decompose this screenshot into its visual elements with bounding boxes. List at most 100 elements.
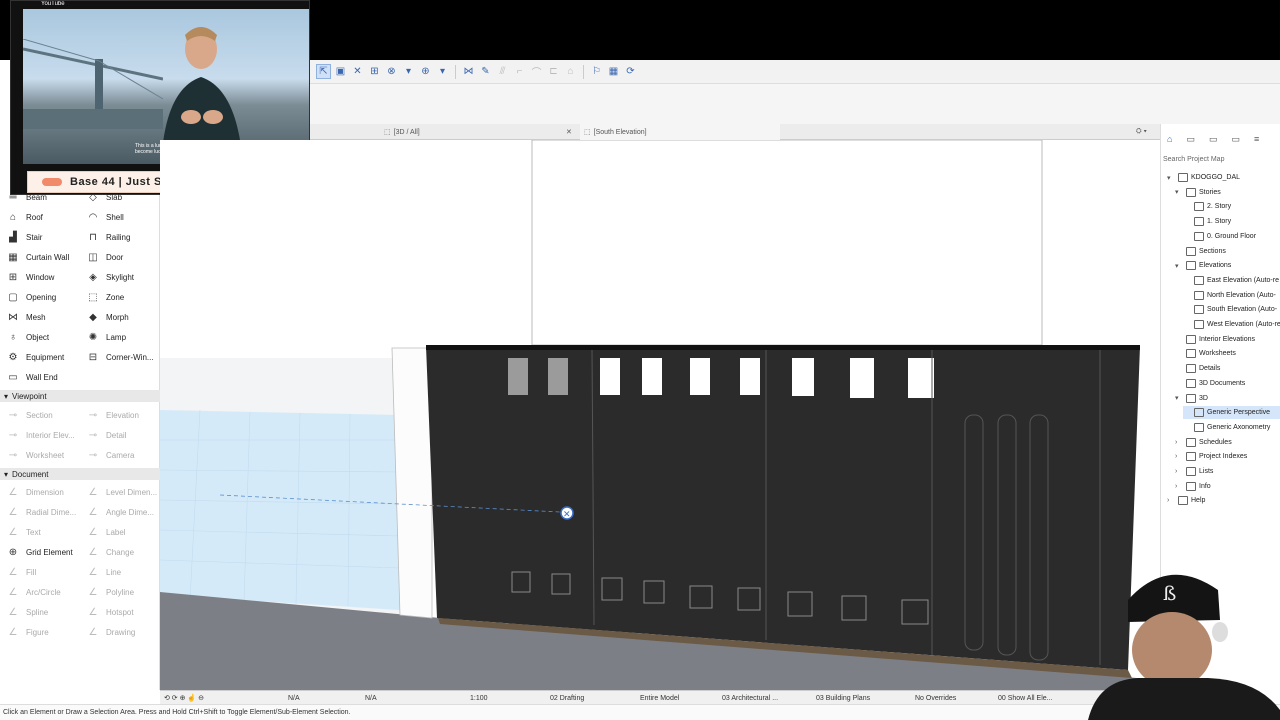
document-section-header[interactable]: ▾ Document xyxy=(0,468,160,480)
tool-viewpoint-item[interactable]: ⊸ Worksheet xyxy=(6,448,64,462)
tree-toggle-icon[interactable]: ▾ xyxy=(1175,188,1183,196)
project-map-item[interactable]: 2. Story xyxy=(1183,200,1231,213)
project-map-item[interactable]: ▾ 3D xyxy=(1175,392,1208,405)
tool-document-item[interactable]: ∠ Spline xyxy=(6,605,49,619)
overrides-selector[interactable]: No Overrides xyxy=(915,691,956,705)
tab-3d-all[interactable]: ⬚ [3D / All] ✕ xyxy=(380,124,580,140)
tool-roof[interactable]: ⌂ Roof xyxy=(6,210,43,224)
project-map-item[interactable]: › Project Indexes xyxy=(1175,450,1247,463)
magic-wand-icon[interactable]: ✎ xyxy=(478,64,493,79)
project-map-item[interactable]: › Schedules xyxy=(1175,436,1232,449)
tool-beam[interactable]: ═ Beam xyxy=(6,190,46,204)
project-map-item[interactable]: Details xyxy=(1175,362,1220,375)
adjust-icon[interactable]: ⌐ xyxy=(512,64,527,79)
tool-document-item[interactable]: ∠ Figure xyxy=(6,625,49,639)
nav-controls[interactable]: ⟲ ⟳ ⊕ ☝ ⊖ xyxy=(164,691,204,705)
fillet-icon[interactable]: ⌒ xyxy=(529,64,544,79)
tree-toggle-icon[interactable]: › xyxy=(1175,439,1183,446)
tool-viewpoint-item[interactable]: ⊸ Interior Elev... xyxy=(6,428,75,442)
tool-corner-window[interactable]: ⊟ Corner-Win... xyxy=(86,350,154,364)
project-map-item[interactable]: › Info xyxy=(1175,480,1211,493)
tree-toggle-icon[interactable]: › xyxy=(1175,468,1183,475)
project-map-item[interactable]: Sections xyxy=(1175,245,1226,258)
tree-toggle-icon[interactable]: ▾ xyxy=(1175,262,1183,270)
project-map-item[interactable]: Generic Axonometry xyxy=(1183,421,1270,434)
3d-viewport[interactable]: ✕ xyxy=(160,140,1160,690)
elevate-icon[interactable]: ⌂ xyxy=(563,64,578,79)
project-map-item[interactable]: ▾ KDOGGO_DAL xyxy=(1167,171,1240,184)
view-options-icon[interactable]: ⛭ ▾ xyxy=(1132,124,1147,140)
close-icon[interactable]: ✕ xyxy=(566,128,572,136)
tool-document-item[interactable]: ∠ Line xyxy=(86,565,122,579)
explode-icon[interactable]: ✕ xyxy=(350,64,365,79)
arrow-tool-icon[interactable]: ⇱ xyxy=(316,64,331,79)
tool-slab[interactable]: ◇ Slab xyxy=(86,190,122,204)
group-icon[interactable]: ⊞ xyxy=(367,64,382,79)
tree-toggle-icon[interactable]: › xyxy=(1175,453,1183,460)
tool-document-item[interactable]: ∠ Hotspot xyxy=(86,605,134,619)
publisher-icon[interactable]: ▭ xyxy=(1231,134,1240,145)
tool-equipment[interactable]: ⚙ Equipment xyxy=(6,350,65,364)
dropdown-icon[interactable]: ▾ xyxy=(435,64,450,79)
view-map-icon[interactable]: ▭ xyxy=(1186,134,1195,145)
project-map-item[interactable]: Interior Elevations xyxy=(1175,333,1255,346)
project-map-item[interactable]: Worksheets xyxy=(1175,347,1236,360)
tree-toggle-icon[interactable]: ▾ xyxy=(1167,174,1175,182)
tool-document-item[interactable]: ∠ Fill xyxy=(6,565,37,579)
tool-document-item[interactable]: ∠ Arc/Circle xyxy=(6,585,61,599)
project-map-item[interactable]: East Elevation (Auto-re xyxy=(1183,274,1279,287)
tool-document-item[interactable]: ⊕ Grid Element xyxy=(6,545,73,559)
tool-document-item[interactable]: ∠ Drawing xyxy=(86,625,136,639)
refresh-icon[interactable]: ⟳ xyxy=(623,64,638,79)
tool-lamp[interactable]: ✺ Lamp xyxy=(86,330,126,344)
tool-stair[interactable]: ▟ Stair xyxy=(6,230,42,244)
viewpoint-section-header[interactable]: ▾ Viewpoint xyxy=(0,390,160,402)
project-map-item[interactable]: › Lists xyxy=(1175,465,1213,478)
tool-document-item[interactable]: ∠ Radial Dime... xyxy=(6,505,77,519)
tool-skylight[interactable]: ◈ Skylight xyxy=(86,270,134,284)
pen-set-selector[interactable]: 03 Architectural ... xyxy=(722,691,778,705)
tool-window[interactable]: ⊞ Window xyxy=(6,270,55,284)
dropdown-icon[interactable]: ▾ xyxy=(401,64,416,79)
tool-viewpoint-item[interactable]: ⊸ Section xyxy=(6,408,53,422)
tool-document-item[interactable]: ∠ Level Dimen... xyxy=(86,485,158,499)
tool-object[interactable]: ♁ Object xyxy=(6,330,49,344)
gravity-icon[interactable]: ⊕ xyxy=(418,64,433,79)
renovation-filter-selector[interactable]: 00 Show All Ele... xyxy=(998,691,1052,705)
tree-toggle-icon[interactable]: › xyxy=(1167,497,1175,504)
project-map-item[interactable]: South Elevation (Auto- xyxy=(1183,303,1277,316)
flag-icon[interactable]: ⚐ xyxy=(589,64,604,79)
project-map-item[interactable]: West Elevation (Auto-re xyxy=(1183,318,1280,331)
tool-door[interactable]: ◫ Door xyxy=(86,250,123,264)
menu-icon[interactable]: ≡ xyxy=(1254,134,1259,145)
project-map-item[interactable]: ▾ Elevations xyxy=(1175,259,1231,272)
tool-document-item[interactable]: ∠ Angle Dime... xyxy=(86,505,155,519)
layers-icon[interactable]: ▦ xyxy=(606,64,621,79)
tool-document-item[interactable]: ∠ Polyline xyxy=(86,585,135,599)
scale-selector[interactable]: 1:100 xyxy=(470,691,488,705)
marquee-icon[interactable]: ▣ xyxy=(333,64,348,79)
trim-icon[interactable]: ⋈ xyxy=(461,64,476,79)
project-map-item[interactable]: ▾ Stories xyxy=(1175,186,1221,199)
project-map-item[interactable]: › Help xyxy=(1167,494,1205,507)
project-map-item[interactable]: Generic Perspective xyxy=(1183,406,1280,420)
project-map-item[interactable]: 3D Documents xyxy=(1175,377,1245,390)
model-view-selector[interactable]: 03 Building Plans xyxy=(816,691,870,705)
project-map-item[interactable]: 1. Story xyxy=(1183,215,1231,228)
project-map-item[interactable]: North Elevation (Auto- xyxy=(1183,289,1276,302)
tool-zone[interactable]: ⬚ Zone xyxy=(86,290,124,304)
tool-viewpoint-item[interactable]: ⊸ Elevation xyxy=(86,408,139,422)
tool-wall-end[interactable]: ▭ Wall End xyxy=(6,370,57,384)
tool-railing[interactable]: ⊓ Railing xyxy=(86,230,130,244)
tool-curtain-wall[interactable]: ▦ Curtain Wall xyxy=(6,250,69,264)
project-map-search[interactable]: Search Project Map xyxy=(1163,156,1224,163)
tool-shell[interactable]: ◠ Shell xyxy=(86,210,124,224)
tool-viewpoint-item[interactable]: ⊸ Detail xyxy=(86,428,127,442)
project-map-item[interactable]: 0. Ground Floor xyxy=(1183,230,1256,243)
split-icon[interactable]: ⫻ xyxy=(495,64,510,79)
tool-viewpoint-item[interactable]: ⊸ Camera xyxy=(86,448,135,462)
offset-icon[interactable]: ⊏ xyxy=(546,64,561,79)
model-filter-selector[interactable]: Entire Model xyxy=(640,691,679,705)
tab-south-elevation[interactable]: ⬚ [South Elevation] xyxy=(580,124,780,140)
tool-document-item[interactable]: ∠ Change xyxy=(86,545,135,559)
